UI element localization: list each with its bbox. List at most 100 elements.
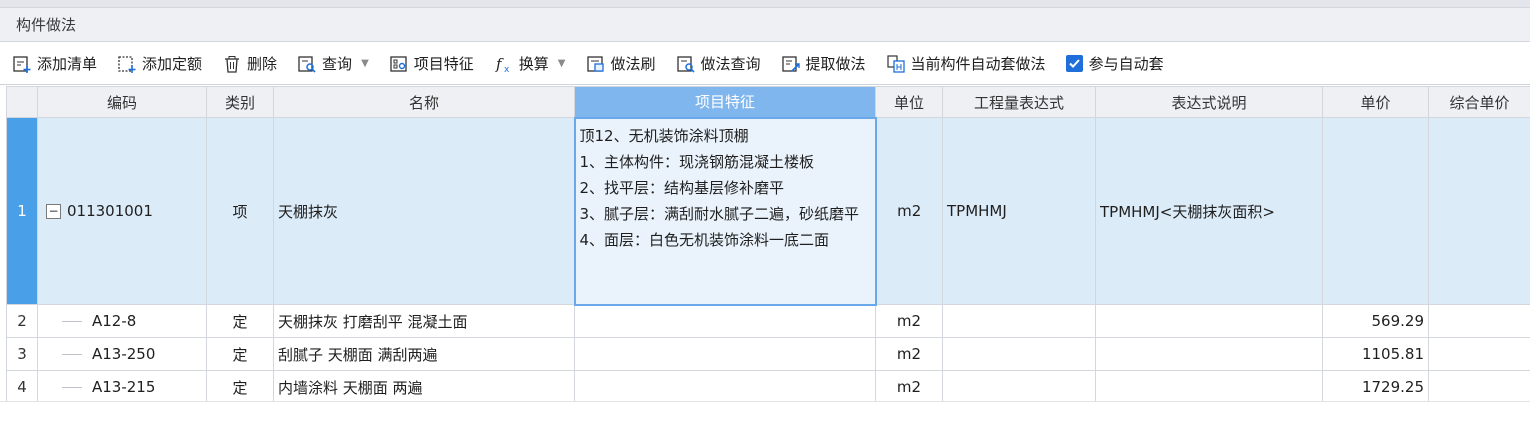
function-icon: fx — [495, 55, 510, 74]
feature-cell[interactable] — [574, 370, 876, 404]
add-list-button[interactable]: 添加清单 — [12, 49, 97, 79]
price-cell[interactable]: 569.29 — [1322, 304, 1429, 338]
header-code[interactable]: 编码 — [37, 86, 207, 118]
expr-cell[interactable]: TPMHMJ — [942, 117, 1096, 305]
tree-line — [62, 387, 82, 388]
total-price-cell[interactable] — [1428, 304, 1530, 338]
header-expr[interactable]: 工程量表达式 — [942, 86, 1096, 118]
type-cell[interactable]: 定 — [206, 370, 274, 404]
item-feature-label: 项目特征 — [413, 55, 474, 73]
total-price-cell[interactable] — [1428, 337, 1530, 371]
row-number[interactable]: 4 — [6, 370, 38, 404]
type-cell[interactable]: 项 — [206, 117, 274, 305]
grid-empty-area[interactable] — [0, 401, 1530, 439]
query-dropdown[interactable]: 查询 ▼ — [297, 49, 369, 79]
auto-set-current-button[interactable]: 当前构件自动套做法 — [886, 49, 1046, 79]
feature-cell[interactable] — [574, 337, 876, 371]
method-query-icon — [676, 55, 695, 73]
convert-label: 换算 — [518, 55, 549, 73]
delete-label: 删除 — [247, 55, 278, 73]
expr-cell[interactable] — [942, 370, 1096, 404]
table-row[interactable]: 4 A13-215 定 内墙涂料 天棚面 两遍 m2 1729.25 — [6, 370, 1530, 404]
expr-desc-cell[interactable] — [1095, 304, 1323, 338]
add-quota-label: 添加定额 — [142, 55, 203, 73]
code-cell[interactable]: A13-215 — [37, 370, 207, 404]
code-cell[interactable]: − 011301001 — [37, 117, 207, 305]
item-feature-icon — [390, 55, 407, 72]
top-strip — [0, 0, 1530, 8]
svg-text:x: x — [504, 65, 510, 74]
total-price-cell[interactable] — [1428, 370, 1530, 404]
price-cell[interactable]: 1729.25 — [1322, 370, 1429, 404]
row-number[interactable]: 1 — [6, 117, 38, 305]
header-rownum — [6, 86, 38, 118]
type-cell[interactable]: 定 — [206, 304, 274, 338]
code-cell[interactable]: A12-8 — [37, 304, 207, 338]
name-cell[interactable]: 天棚抹灰 — [273, 117, 575, 305]
tree-line — [62, 354, 82, 355]
header-total-price[interactable]: 综合单价 — [1428, 86, 1530, 118]
table-row[interactable]: 3 A13-250 定 刮腻子 天棚面 满刮两遍 m2 1105.81 — [6, 337, 1530, 371]
name-cell[interactable]: 刮腻子 天棚面 满刮两遍 — [273, 337, 575, 371]
add-quota-button[interactable]: 添加定额 — [117, 49, 202, 79]
row-number[interactable]: 2 — [6, 304, 38, 338]
code-text: A13-215 — [92, 378, 156, 396]
extract-method-button[interactable]: 提取做法 — [781, 49, 866, 79]
name-cell[interactable]: 天棚抹灰 打磨刮平 混凝土面 — [273, 304, 575, 338]
unit-cell[interactable]: m2 — [875, 370, 943, 404]
join-auto-set-label: 参与自动套 — [1088, 55, 1164, 73]
join-auto-set-checkbox[interactable]: 参与自动套 — [1065, 49, 1164, 79]
extract-method-icon — [781, 55, 800, 72]
add-list-label: 添加清单 — [37, 55, 98, 73]
unit-cell[interactable]: m2 — [875, 337, 943, 371]
table-row[interactable]: 1 − 011301001 项 天棚抹灰 顶12、无机装饰涂料顶棚 1、主体构件… — [6, 116, 1530, 306]
header-name[interactable]: 名称 — [273, 86, 575, 118]
header-type[interactable]: 类别 — [206, 86, 274, 118]
expr-cell[interactable] — [942, 304, 1096, 338]
method-brush-label: 做法刷 — [610, 55, 656, 73]
chevron-down-icon: ▼ — [557, 58, 566, 69]
expr-cell[interactable] — [942, 337, 1096, 371]
method-brush-button[interactable]: 做法刷 — [586, 49, 656, 79]
table-row[interactable]: 2 A12-8 定 天棚抹灰 打磨刮平 混凝土面 m2 569.29 — [6, 304, 1530, 338]
tree-line — [62, 321, 82, 322]
price-cell[interactable] — [1322, 117, 1429, 305]
feature-cell[interactable]: 顶12、无机装饰涂料顶棚 1、主体构件：现浇钢筋混凝土楼板 2、找平层：结构基层… — [573, 116, 877, 306]
header-expr-desc[interactable]: 表达式说明 — [1095, 86, 1323, 118]
collapse-icon[interactable]: − — [46, 203, 61, 219]
code-cell[interactable]: A13-250 — [37, 337, 207, 371]
toolbar: 添加清单 添加定额 删除 查询 ▼ 项目特征 fx 换算 ▼ 做法刷 做法查询 … — [0, 43, 1530, 85]
unit-cell[interactable]: m2 — [875, 117, 943, 305]
feature-cell[interactable] — [574, 304, 876, 338]
price-cell[interactable]: 1105.81 — [1322, 337, 1429, 371]
header-unit[interactable]: 单位 — [875, 86, 943, 118]
add-list-icon — [13, 55, 31, 73]
row-number[interactable]: 3 — [6, 337, 38, 371]
query-icon — [298, 55, 316, 73]
header-feature[interactable]: 项目特征 — [574, 86, 876, 118]
header-price[interactable]: 单价 — [1322, 86, 1429, 118]
method-grid: 编码 类别 名称 项目特征 单位 工程量表达式 表达式说明 单价 综合单价 1 … — [6, 86, 1530, 404]
panel-header: 构件做法 — [0, 8, 1530, 42]
expr-desc-cell[interactable]: TPMHMJ<天棚抹灰面积> — [1095, 117, 1323, 305]
expr-desc-cell[interactable] — [1095, 370, 1323, 404]
name-cell[interactable]: 内墙涂料 天棚面 两遍 — [273, 370, 575, 404]
expr-desc-cell[interactable] — [1095, 337, 1323, 371]
unit-cell[interactable]: m2 — [875, 304, 943, 338]
method-query-button[interactable]: 做法查询 — [676, 49, 761, 79]
method-query-label: 做法查询 — [700, 55, 761, 73]
auto-set-current-label: 当前构件自动套做法 — [910, 55, 1046, 73]
convert-dropdown[interactable]: fx 换算 ▼ — [494, 49, 566, 79]
item-feature-button[interactable]: 项目特征 — [389, 49, 474, 79]
type-cell[interactable]: 定 — [206, 337, 274, 371]
add-quota-icon — [118, 55, 136, 73]
trash-icon — [225, 55, 240, 73]
checkbox-checked-icon[interactable] — [1065, 55, 1083, 72]
method-brush-icon — [586, 55, 604, 72]
feature-text: 顶12、无机装饰涂料顶棚 1、主体构件：现浇钢筋混凝土楼板 2、找平层：结构基层… — [579, 126, 860, 249]
code-text: A13-250 — [92, 345, 156, 363]
panel-title: 构件做法 — [16, 16, 77, 34]
total-price-cell[interactable] — [1428, 117, 1530, 305]
query-label: 查询 — [322, 55, 353, 73]
delete-button[interactable]: 删除 — [222, 49, 277, 79]
